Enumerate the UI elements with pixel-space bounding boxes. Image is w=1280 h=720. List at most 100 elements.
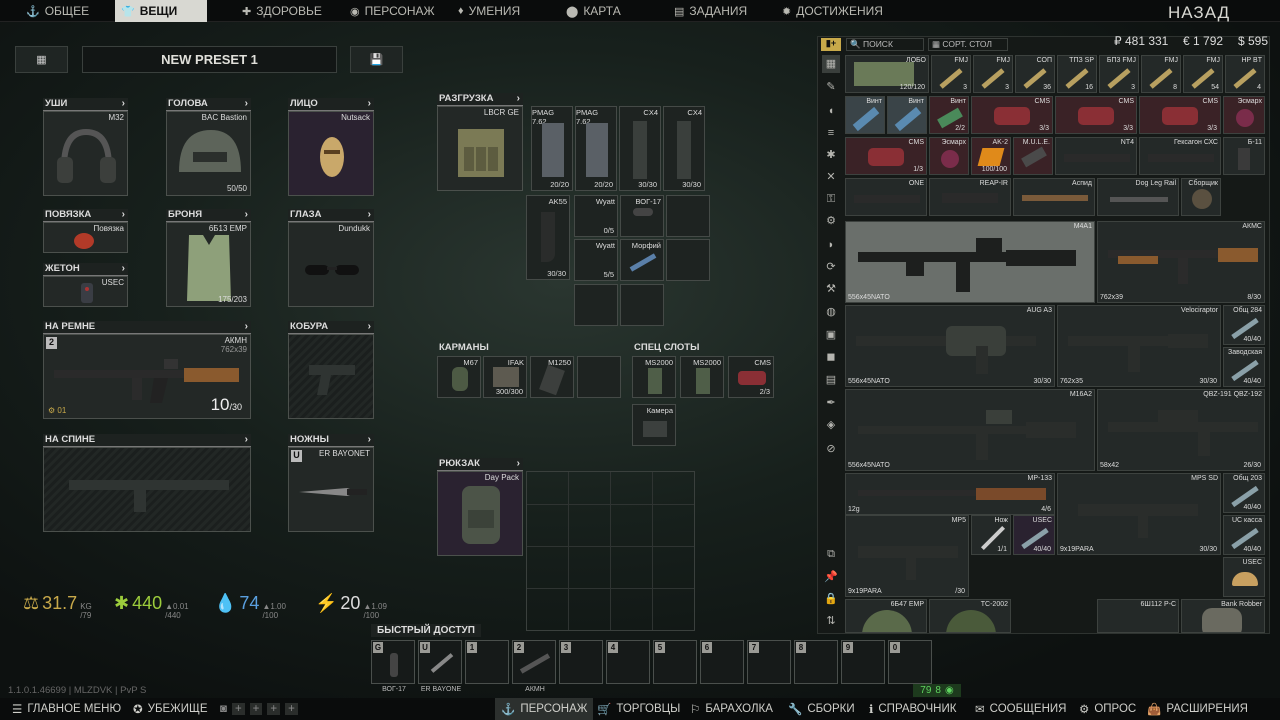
stash-item[interactable]: FMJ 3 [973, 55, 1013, 93]
stash-item[interactable]: FMJ 8 [1141, 55, 1181, 93]
stash-item[interactable]: ЛОБО 120/120 [845, 55, 929, 93]
tab-gear[interactable]: 👕 ВЕЩИ [115, 0, 207, 22]
tab-skills[interactable]: ♦ УМЕНИЯ [452, 0, 526, 22]
stash-item[interactable]: MPS SD 9x19PARA 30/30 [1057, 473, 1221, 555]
stash-item[interactable]: Винт [887, 96, 927, 134]
rig-empty-cell[interactable] [574, 284, 618, 326]
rig-empty-cell[interactable] [666, 195, 710, 237]
rig-item[interactable]: CX4 30/30 [663, 106, 705, 191]
rig-empty-cell[interactable] [620, 284, 664, 326]
filter-ammo-icon[interactable]: ≡ [822, 124, 840, 142]
pin-icon[interactable]: 📌 [822, 568, 840, 586]
quick-slot[interactable]: 5 [653, 640, 697, 684]
quick-slot[interactable]: 0 [888, 640, 932, 684]
quick-slot[interactable]: G ВОГ-17 [371, 640, 415, 693]
stash-item[interactable]: СОП 36 [1015, 55, 1055, 93]
search-input[interactable]: 🔍 ПОИСК [846, 38, 924, 51]
save-preset-button[interactable]: 💾 [350, 46, 403, 73]
stash-item[interactable]: АКМС 762x39 8/30 [1097, 221, 1265, 303]
stash-item[interactable]: REAP-IR [929, 178, 1011, 216]
slot-rig[interactable]: LBCR GE [437, 106, 523, 191]
tab-health[interactable]: ✚ ЗДОРОВЬЕ [236, 0, 328, 22]
tab-tasks[interactable]: ▤ ЗАДАНИЯ [668, 0, 753, 22]
filter-food-icon[interactable]: ◍ [822, 303, 840, 321]
messages-button[interactable]: ✉ СООБЩЕНИЯ [975, 698, 1066, 720]
stash-item[interactable]: USEC [1223, 557, 1265, 597]
filter-barter-icon[interactable]: ⚒ [822, 280, 840, 298]
quick-slot[interactable]: 2 АКМН [512, 640, 556, 693]
special-item[interactable]: MS2000 [632, 356, 676, 398]
tab-achievements[interactable]: ✹ ДОСТИЖЕНИЯ [776, 0, 889, 22]
filter-containers-icon[interactable]: ⟳ [822, 258, 840, 276]
stash-item[interactable]: M.U.L.E. [1013, 137, 1053, 175]
pocket-empty-cell[interactable] [577, 356, 621, 398]
stash-item[interactable]: M4A1 556x45NATO [845, 221, 1095, 303]
filter-keys-icon[interactable]: ⚿ [822, 190, 840, 208]
collapse-icon[interactable]: ⧉ [822, 545, 840, 563]
slot-face[interactable]: Nutsack [288, 111, 374, 196]
slot-armor[interactable]: 6Б13 EMP 175/203 [166, 222, 251, 307]
slot-eyes[interactable]: Dundukk [288, 222, 374, 307]
stash-item[interactable]: CMS 3/3 [1139, 96, 1221, 134]
tab-map[interactable]: ⬤ КАРТА [560, 0, 627, 22]
filter-medical-icon[interactable]: ✱ [822, 146, 840, 164]
quick-slot[interactable]: U ER BAYONE [418, 640, 462, 693]
filter-info-icon[interactable]: ◈ [822, 416, 840, 434]
hideout-button[interactable]: ✪ УБЕЖИЩЕ [133, 698, 208, 720]
filter-misc-icon[interactable]: ▤ [822, 371, 840, 389]
stash-item[interactable]: AUG A3 556x45NATO 30/30 [845, 305, 1055, 387]
stash-item[interactable]: UC касса 40/40 [1223, 515, 1265, 555]
slot-holster[interactable] [288, 334, 374, 419]
tab-character[interactable]: ◉ ПЕРСОНАЖ [344, 0, 441, 22]
stash-item[interactable]: Б-11 [1223, 137, 1265, 175]
filter-mods-icon[interactable]: ⚙ [822, 212, 840, 230]
filter-grenades-icon[interactable]: ◖ [822, 102, 840, 120]
rig-item[interactable]: Wyatt 5/5 [574, 239, 618, 281]
special-item[interactable]: CMS 2/3 [728, 356, 774, 398]
stash-item[interactable]: Заводская 40/40 [1223, 347, 1265, 387]
rig-item[interactable]: Морфий [620, 239, 664, 281]
slot-ears[interactable]: M32 [43, 111, 128, 196]
stash-item[interactable]: ТС-2002 [929, 599, 1011, 633]
rig-empty-cell[interactable] [666, 239, 710, 281]
rig-item[interactable]: ВОГ-17 [620, 195, 664, 237]
stash-item[interactable]: Эсмарх [929, 137, 969, 175]
stash-item[interactable]: FMJ 3 [931, 55, 971, 93]
stash-item[interactable]: Bank Robber [1181, 599, 1265, 633]
flea-market-button[interactable]: ⚐ БАРАХОЛКА [690, 698, 773, 720]
traders-button[interactable]: 🛒 ТОРГОВЦЫ [597, 698, 680, 720]
stash-item[interactable]: QBZ-191 QBZ-192 58x42 26/30 [1097, 389, 1265, 471]
slot-armband[interactable]: Повязка [43, 222, 128, 253]
stash-item[interactable]: CMS 3/3 [971, 96, 1053, 134]
filter-armor-icon[interactable]: ◼ [822, 348, 840, 366]
stash-item[interactable]: Эсмарх [1223, 96, 1265, 134]
slot-back[interactable] [43, 447, 251, 532]
preset-menu-button[interactable]: ▦ [15, 46, 68, 73]
preset-name[interactable]: NEW PRESET 1 [82, 46, 337, 73]
filter-tools-icon[interactable]: ✒ [822, 394, 840, 412]
stash-item[interactable]: CMS 1/3 [845, 137, 927, 175]
lock-icon[interactable]: 🔒 [822, 590, 840, 608]
rig-item[interactable]: AK55 30/30 [526, 195, 570, 280]
back-button[interactable]: НАЗАД [1168, 3, 1230, 23]
slot-token[interactable]: USEC [43, 276, 128, 307]
quick-slot[interactable]: 4 [606, 640, 650, 684]
stash-item[interactable]: ONE [845, 178, 927, 216]
filter-backpacks-icon[interactable]: ▣ [822, 326, 840, 344]
profile-button[interactable]: ◙ + + + + [220, 698, 298, 720]
filter-melee-icon[interactable]: ✕ [822, 168, 840, 186]
quick-slot[interactable]: 3 [559, 640, 603, 684]
character-button[interactable]: ⚓ ПЕРСОНАЖ [495, 698, 594, 720]
rig-item[interactable]: Wyatt 0/5 [574, 195, 618, 237]
filter-all-icon[interactable]: ▦ [822, 55, 840, 73]
pocket-item[interactable]: M67 [437, 356, 481, 398]
stash-item[interactable]: NT4 [1055, 137, 1137, 175]
sort-arrows-icon[interactable]: ⇅ [822, 612, 840, 630]
main-menu-button[interactable]: ☰ ГЛАВНОЕ МЕНЮ [12, 698, 121, 720]
filter-weapons-icon[interactable]: ✎ [822, 78, 840, 96]
stash-item[interactable]: USEC 40/40 [1013, 515, 1055, 555]
slot-knife[interactable]: U ER BAYONET [288, 447, 374, 532]
stash-item[interactable]: Сборщик [1181, 178, 1221, 216]
stash-item[interactable]: 6Ш112 Р-С [1097, 599, 1179, 633]
stash-item[interactable]: Гексагон СХС [1139, 137, 1221, 175]
